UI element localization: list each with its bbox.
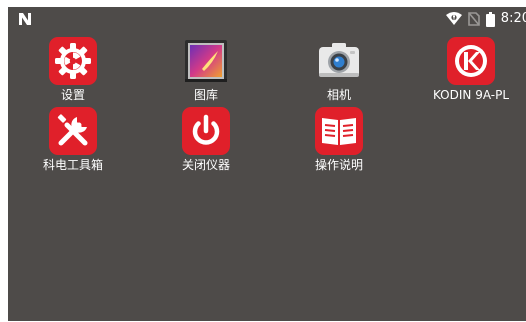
app-label: 操作说明 bbox=[314, 158, 363, 172]
wifi-off-icon bbox=[445, 12, 462, 25]
launcher-screen: 8:20 设置 图库 相机 KODIN 9A-PL 科电工具箱 关闭仪器 操作说… bbox=[8, 7, 526, 321]
app-label: 关闭仪器 bbox=[181, 158, 230, 172]
power-icon bbox=[182, 107, 230, 155]
battery-icon bbox=[485, 11, 495, 27]
app-power-off[interactable]: 关闭仪器 bbox=[151, 107, 261, 172]
app-label: 图库 bbox=[193, 88, 218, 102]
app-label: 设置 bbox=[60, 88, 85, 102]
app-label: 科电工具箱 bbox=[42, 158, 103, 172]
app-label: KODIN 9A-PL bbox=[432, 88, 510, 102]
status-time: 8:20 bbox=[500, 11, 526, 26]
camera-icon bbox=[319, 43, 359, 77]
settings-gear-icon bbox=[49, 37, 97, 85]
status-bar: 8:20 bbox=[8, 7, 526, 31]
app-label: 相机 bbox=[326, 88, 351, 102]
app-toolbox[interactable]: 科电工具箱 bbox=[18, 107, 128, 172]
app-camera[interactable]: 相机 bbox=[284, 37, 394, 102]
status-icons: 8:20 bbox=[445, 11, 526, 27]
manual-book-icon bbox=[315, 107, 363, 155]
no-sim-icon bbox=[467, 12, 480, 26]
app-gallery[interactable]: 图库 bbox=[151, 37, 261, 102]
app-kodin[interactable]: KODIN 9A-PL bbox=[416, 37, 526, 102]
app-manual[interactable]: 操作说明 bbox=[284, 107, 394, 172]
kodin-logo-icon bbox=[447, 37, 495, 85]
gallery-icon bbox=[185, 40, 227, 82]
notification-n-icon bbox=[19, 13, 31, 25]
toolbox-icon bbox=[49, 107, 97, 155]
app-settings[interactable]: 设置 bbox=[18, 37, 128, 102]
